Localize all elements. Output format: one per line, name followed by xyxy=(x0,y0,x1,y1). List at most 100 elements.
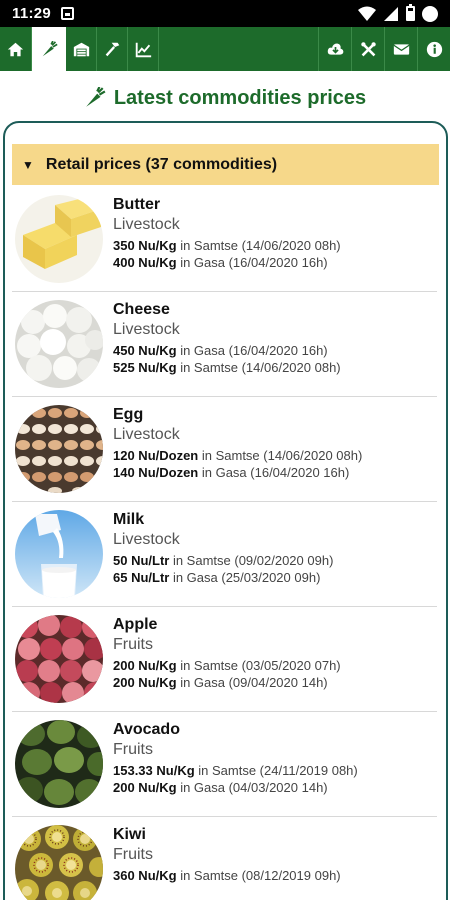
commodity-name: Egg xyxy=(113,406,144,423)
market-button[interactable] xyxy=(66,27,97,71)
commodity-item[interactable]: Cheese Livestock 450 Nu/Kg in Gasa (16/0… xyxy=(12,292,437,397)
price-line: 350 Nu/Kg in Samtse (14/06/2020 08h) xyxy=(113,237,437,254)
price-value: 350 Nu/Kg xyxy=(113,238,177,253)
info-icon xyxy=(426,41,442,57)
hammer-icon xyxy=(105,42,119,56)
chart-icon xyxy=(135,42,151,57)
cloud-download-icon xyxy=(327,43,343,55)
download-button[interactable] xyxy=(318,27,351,71)
price-value: 140 Nu/Dozen xyxy=(113,465,199,480)
commodity-category: Fruits xyxy=(113,741,153,758)
status-bar: 11:29 xyxy=(0,0,450,27)
commodity-item[interactable]: Milk Livestock 50 Nu/Ltr in Samtse (09/0… xyxy=(12,502,437,607)
commodity-category: Livestock xyxy=(113,321,180,338)
battery-icon xyxy=(406,4,415,21)
price-location: in Samtse (03/05/2020 07h) xyxy=(176,658,341,673)
commodity-category: Fruits xyxy=(113,636,153,653)
settings-button[interactable] xyxy=(351,27,384,71)
price-line: 153.33 Nu/Kg in Samtse (24/11/2019 08h) xyxy=(113,762,437,779)
commodity-name: Butter xyxy=(113,196,161,213)
cheese-image xyxy=(15,300,103,388)
price-location: in Gasa (16/04/2020 16h) xyxy=(198,465,350,480)
price-value: 200 Nu/Kg xyxy=(113,658,177,673)
home-icon xyxy=(7,42,24,56)
app-screen: 11:29 Latest commodities prices ▼ Retail… xyxy=(0,0,450,900)
price-line: 200 Nu/Kg in Gasa (09/04/2020 14h) xyxy=(113,674,437,691)
page-title-text: Latest commodities prices xyxy=(113,86,367,109)
carrot-icon xyxy=(42,40,58,56)
commodity-item[interactable]: Apple Fruits 200 Nu/Kg in Samtse (03/05/… xyxy=(12,607,437,712)
price-line: 65 Nu/Ltr in Gasa (25/03/2020 09h) xyxy=(113,569,437,586)
commodities-tab-button[interactable] xyxy=(32,27,66,71)
home-button[interactable] xyxy=(0,27,32,71)
price-line: 450 Nu/Kg in Gasa (16/04/2020 16h) xyxy=(113,342,437,359)
page-title: Latest commodities prices xyxy=(0,71,450,125)
commodity-category: Livestock xyxy=(113,216,180,233)
price-line: 525 Nu/Kg in Samtse (14/06/2020 08h) xyxy=(113,359,437,376)
price-value: 200 Nu/Kg xyxy=(113,780,177,795)
info-button[interactable] xyxy=(417,27,450,71)
butter-image xyxy=(15,195,103,283)
commodity-category: Livestock xyxy=(113,531,180,548)
price-location: in Samtse (14/06/2020 08h) xyxy=(176,360,341,375)
price-line: 400 Nu/Kg in Gasa (16/04/2020 16h) xyxy=(113,254,437,271)
commodity-item[interactable]: Avocado Fruits 153.33 Nu/Kg in Samtse (2… xyxy=(12,712,437,817)
avocado-image xyxy=(15,720,103,808)
commodity-item[interactable]: Kiwi Fruits 360 Nu/Kg in Samtse (08/12/2… xyxy=(12,817,437,900)
price-location: in Samtse (14/06/2020 08h) xyxy=(198,448,363,463)
apple-image xyxy=(15,615,103,703)
signal-icon xyxy=(384,6,398,21)
price-location: in Samtse (09/02/2020 09h) xyxy=(169,553,334,568)
commodity-name: Apple xyxy=(113,616,158,633)
status-time: 11:29 xyxy=(12,5,52,22)
carrot-icon xyxy=(86,87,106,107)
wifi-icon xyxy=(358,6,376,21)
commodity-list: Butter Livestock 350 Nu/Kg in Samtse (14… xyxy=(5,187,446,900)
section-label: Retail prices (37 commodities) xyxy=(45,155,278,173)
commodity-name: Avocado xyxy=(113,721,180,738)
egg-image xyxy=(15,405,103,493)
commodity-category: Fruits xyxy=(113,846,153,863)
price-line: 200 Nu/Kg in Gasa (04/03/2020 14h) xyxy=(113,779,437,796)
price-location: in Gasa (16/04/2020 16h) xyxy=(176,255,328,270)
commodities-card: ▼ Retail prices (37 commodities) Butter … xyxy=(3,121,448,900)
commodity-name: Cheese xyxy=(113,301,170,318)
price-line: 120 Nu/Dozen in Samtse (14/06/2020 08h) xyxy=(113,447,437,464)
price-value: 153.33 Nu/Kg xyxy=(113,763,195,778)
status-circle-icon xyxy=(422,5,438,22)
tools-icon xyxy=(360,41,376,56)
statistics-button[interactable] xyxy=(128,27,159,71)
mail-icon xyxy=(392,43,410,55)
price-line: 200 Nu/Kg in Samtse (03/05/2020 07h) xyxy=(113,657,437,674)
price-location: in Gasa (16/04/2020 16h) xyxy=(176,343,328,358)
price-value: 65 Nu/Ltr xyxy=(113,570,170,585)
price-value: 360 Nu/Kg xyxy=(113,868,177,883)
price-value: 50 Nu/Ltr xyxy=(113,553,170,568)
price-location: in Samtse (14/06/2020 08h) xyxy=(176,238,341,253)
commodity-item[interactable]: Butter Livestock 350 Nu/Kg in Samtse (14… xyxy=(12,187,437,292)
tools-button[interactable] xyxy=(97,27,128,71)
price-value: 525 Nu/Kg xyxy=(113,360,177,375)
warehouse-icon xyxy=(73,42,89,56)
price-line: 140 Nu/Dozen in Gasa (16/04/2020 16h) xyxy=(113,464,437,481)
price-value: 450 Nu/Kg xyxy=(113,343,177,358)
commodity-category: Livestock xyxy=(113,426,180,443)
retail-prices-section-header[interactable]: ▼ Retail prices (37 commodities) xyxy=(12,144,439,185)
commodity-item[interactable]: Egg Livestock 120 Nu/Dozen in Samtse (14… xyxy=(12,397,437,502)
price-value: 200 Nu/Kg xyxy=(113,675,177,690)
kiwi-image xyxy=(15,825,103,900)
price-location: in Samtse (08/12/2019 09h) xyxy=(176,868,341,883)
mail-button[interactable] xyxy=(384,27,417,71)
price-line: 360 Nu/Kg in Samtse (08/12/2019 09h) xyxy=(113,867,437,884)
app-toolbar xyxy=(0,27,450,71)
price-location: in Gasa (25/03/2020 09h) xyxy=(169,570,321,585)
commodity-name: Milk xyxy=(113,511,145,528)
price-value: 120 Nu/Dozen xyxy=(113,448,199,463)
price-value: 400 Nu/Kg xyxy=(113,255,177,270)
commodity-name: Kiwi xyxy=(113,826,146,843)
price-line: 50 Nu/Ltr in Samtse (09/02/2020 09h) xyxy=(113,552,437,569)
price-location: in Samtse (24/11/2019 08h) xyxy=(194,763,358,778)
price-location: in Gasa (09/04/2020 14h) xyxy=(176,675,328,690)
price-location: in Gasa (04/03/2020 14h) xyxy=(176,780,328,795)
caret-down-icon: ▼ xyxy=(22,157,34,172)
